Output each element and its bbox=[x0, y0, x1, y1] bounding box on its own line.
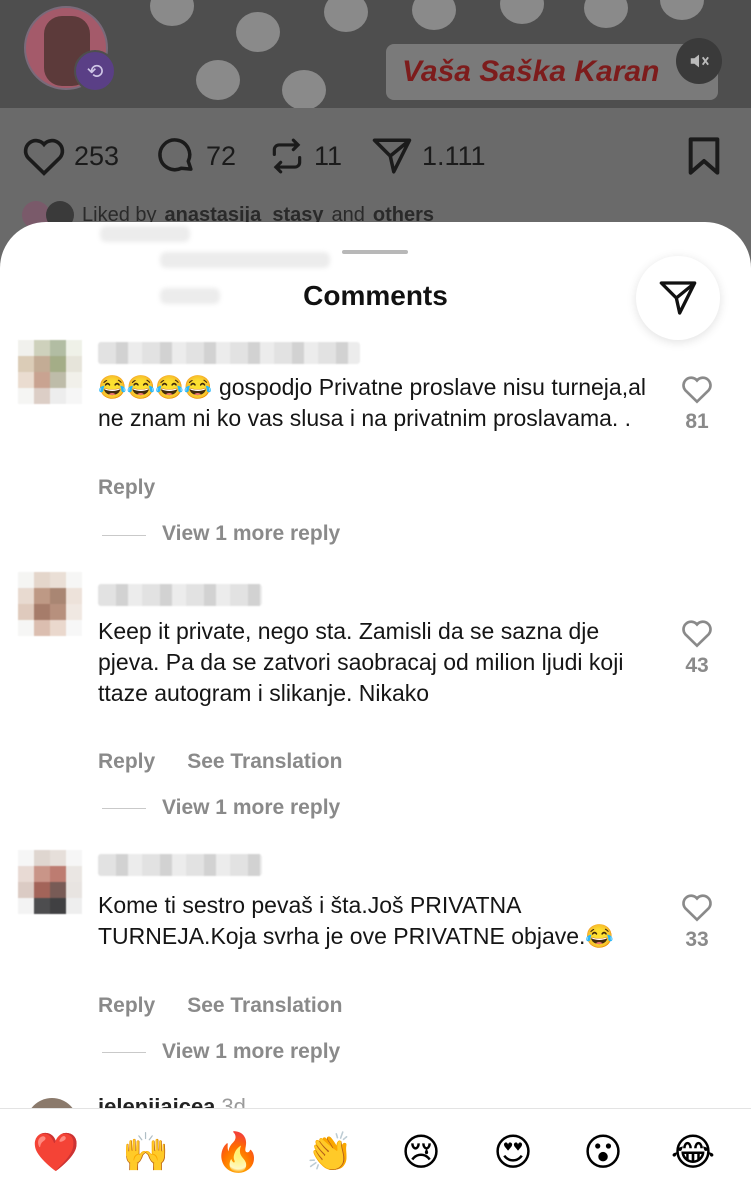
comments-sheet: Comments 😂😂😂😂 gospodjo Privatne proslave… bbox=[0, 222, 751, 1200]
commenter-avatar[interactable] bbox=[18, 850, 82, 914]
thread-line bbox=[102, 535, 146, 536]
raised-hands-emoji-icon[interactable]: 🙌 bbox=[122, 1129, 169, 1175]
comment-like-count: 33 bbox=[685, 928, 709, 951]
commenter-username[interactable] bbox=[98, 342, 360, 364]
share-count: 1.111 bbox=[422, 140, 486, 171]
reply-button[interactable]: Reply bbox=[98, 994, 155, 1018]
commenter-avatar[interactable] bbox=[18, 572, 82, 636]
thread-line bbox=[102, 808, 146, 809]
commenter-username[interactable] bbox=[98, 584, 262, 606]
comment-count: 72 bbox=[206, 140, 237, 171]
video-title: Vaša Saška Karan bbox=[386, 44, 718, 100]
faded-content bbox=[100, 226, 190, 242]
comment-button[interactable]: 72 bbox=[154, 128, 236, 184]
comment-actions: Reply See Translation bbox=[98, 750, 342, 774]
sheet-grabber[interactable] bbox=[342, 250, 408, 254]
comment-like-count: 81 bbox=[685, 410, 709, 433]
comment-actions: Reply See Translation bbox=[98, 994, 342, 1018]
view-more-replies[interactable]: View 1 more reply bbox=[162, 522, 340, 546]
fire-emoji-icon[interactable]: 🔥 bbox=[214, 1129, 261, 1175]
like-button[interactable]: 253 bbox=[22, 128, 119, 184]
comment-like-button[interactable]: 81 bbox=[670, 374, 724, 434]
thread-line bbox=[102, 1052, 146, 1053]
comment-text: Kome ti sestro pevaš i šta.Još PRIVATNA … bbox=[98, 892, 615, 949]
comment-like-count: 43 bbox=[685, 654, 709, 677]
commenter-avatar[interactable] bbox=[18, 340, 82, 404]
crying-emoji-icon[interactable]: 😢 bbox=[398, 1129, 444, 1175]
send-icon bbox=[659, 281, 697, 315]
comment-icon bbox=[158, 138, 193, 172]
see-translation-button[interactable]: See Translation bbox=[187, 750, 342, 774]
clapping-emoji-icon[interactable]: 👏 bbox=[306, 1129, 353, 1175]
mute-icon[interactable] bbox=[676, 38, 722, 84]
post-background: ⟲ Vaša Saška Karan 253 72 11 1.111 Liked… bbox=[0, 0, 751, 260]
heart-icon bbox=[682, 376, 712, 404]
comment-text: 😂😂😂😂 gospodjo Privatne proslave nisu tur… bbox=[98, 374, 646, 431]
post-action-row: 253 72 11 1.111 bbox=[0, 128, 751, 184]
comment-text: Keep it private, nego sta. Zamisli da se… bbox=[98, 618, 624, 706]
heart-emoji-icon[interactable]: ❤️ bbox=[32, 1129, 79, 1175]
repost-count: 11 bbox=[314, 140, 343, 171]
faded-content bbox=[160, 252, 330, 268]
like-count: 253 bbox=[74, 140, 120, 171]
view-more-replies[interactable]: View 1 more reply bbox=[162, 796, 340, 820]
share-comments-button[interactable] bbox=[636, 256, 720, 340]
save-button[interactable] bbox=[686, 128, 722, 184]
repost-button[interactable]: 11 bbox=[268, 128, 342, 184]
remix-icon: ⟲ bbox=[74, 50, 116, 92]
bookmark-icon bbox=[688, 137, 720, 175]
reply-button[interactable]: Reply bbox=[98, 750, 155, 774]
comment-like-button[interactable]: 33 bbox=[670, 892, 724, 952]
share-button[interactable]: 1.111 bbox=[370, 128, 486, 184]
send-icon bbox=[372, 138, 412, 174]
reply-button[interactable]: Reply bbox=[98, 476, 155, 500]
view-more-replies[interactable]: View 1 more reply bbox=[162, 1040, 340, 1064]
heart-icon bbox=[682, 620, 712, 648]
laughing-emoji-icon[interactable]: 😂 bbox=[670, 1129, 716, 1175]
repost-icon bbox=[272, 138, 302, 174]
quick-reaction-bar: ❤️ 🙌 🔥 👏 😢 😍 😮 😂 bbox=[0, 1108, 751, 1200]
heart-icon bbox=[682, 894, 712, 922]
see-translation-button[interactable]: See Translation bbox=[187, 994, 342, 1018]
video-preview[interactable]: ⟲ Vaša Saška Karan bbox=[0, 0, 751, 108]
comment-actions: Reply bbox=[98, 476, 155, 500]
heart-eyes-emoji-icon[interactable]: 😍 bbox=[490, 1129, 536, 1175]
comment-like-button[interactable]: 43 bbox=[670, 618, 724, 678]
surprised-emoji-icon[interactable]: 😮 bbox=[580, 1129, 626, 1175]
heart-icon bbox=[23, 138, 65, 176]
commenter-username[interactable] bbox=[98, 854, 262, 876]
